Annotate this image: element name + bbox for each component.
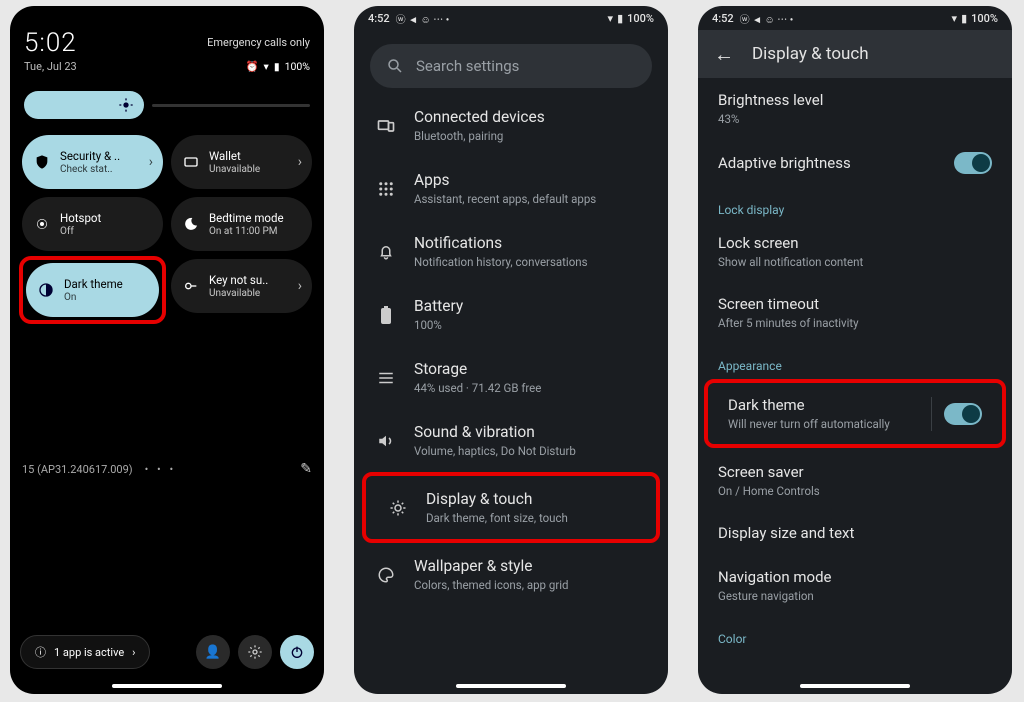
contrast-icon xyxy=(38,282,54,298)
display-settings-panel: 4:52 ⓦ ◄ ☺ ⋯ • ▾ ▮ 100% ← Display & touc… xyxy=(698,6,1012,694)
power-button[interactable] xyxy=(280,635,314,669)
page-header: ← Display & touch xyxy=(698,30,1012,78)
battery-percent: 100% xyxy=(971,12,998,25)
settings-icon[interactable] xyxy=(238,635,272,669)
wallet-icon xyxy=(183,154,199,170)
nav-pill[interactable] xyxy=(112,684,222,688)
user-icon[interactable]: 👤 xyxy=(196,635,230,669)
build-label: 15 (AP31.240617.009) xyxy=(22,463,133,476)
display-icon xyxy=(388,499,408,517)
key-icon xyxy=(183,278,199,294)
qs-tile-wallet[interactable]: WalletUnavailable › xyxy=(171,135,312,189)
status-bar: 4:52 ⓦ ◄ ☺ ⋯ • ▾ ▮ 100% xyxy=(354,6,668,30)
settings-row-apps[interactable]: AppsAssistant, recent apps, default apps xyxy=(354,157,668,220)
status-time: 4:52 xyxy=(712,12,734,25)
dark-theme-toggle[interactable] xyxy=(944,403,982,425)
wifi-icon: ▾ xyxy=(952,12,958,25)
active-apps-chip[interactable]: ⓘ 1 app is active › xyxy=(20,635,150,669)
row-screen-timeout[interactable]: Screen timeoutAfter 5 minutes of inactiv… xyxy=(698,282,1012,343)
edit-icon[interactable]: ✎ xyxy=(300,461,312,477)
page-dots: • • • xyxy=(145,463,177,476)
back-icon[interactable]: ← xyxy=(714,42,734,67)
alarm-icon: ⏰ xyxy=(245,60,258,73)
status-left-icons: ⓦ ◄ ☺ ⋯ • xyxy=(740,11,794,26)
palette-icon xyxy=(376,566,396,584)
row-lock-screen[interactable]: Lock screenShow all notification content xyxy=(698,221,1012,282)
emergency-label: Emergency calls only xyxy=(207,36,310,49)
status-bar: 4:52 ⓦ ◄ ☺ ⋯ • ▾ ▮ 100% xyxy=(698,6,1012,30)
search-settings-input[interactable]: Search settings xyxy=(370,44,652,88)
status-left-icons: ⓦ ◄ ☺ ⋯ • xyxy=(396,11,450,26)
divider xyxy=(931,397,932,431)
gear-icon xyxy=(247,644,263,660)
bell-icon xyxy=(376,243,396,261)
wifi-icon: ▾ xyxy=(264,60,269,73)
brightness-slider[interactable] xyxy=(24,91,144,119)
sound-icon xyxy=(376,432,396,450)
battery-icon: ▮ xyxy=(961,12,967,25)
settings-list-panel: 4:52 ⓦ ◄ ☺ ⋯ • ▾ ▮ 100% Search settings … xyxy=(354,6,668,694)
qs-foot-row: 15 (AP31.240617.009) • • • ✎ xyxy=(22,461,312,477)
row-brightness-level[interactable]: Brightness level43% xyxy=(698,78,1012,139)
quick-settings-panel: 5:02 Tue, Jul 23 Emergency calls only ⏰ … xyxy=(10,6,324,694)
row-navigation-mode[interactable]: Navigation modeGesture navigation xyxy=(698,555,1012,616)
brightness-icon xyxy=(118,97,134,113)
row-screen-saver[interactable]: Screen saverOn / Home Controls xyxy=(698,450,1012,511)
settings-row-wallpaper[interactable]: Wallpaper & styleColors, themed icons, a… xyxy=(354,543,668,606)
qs-tile-dark-theme[interactable]: Dark themeOn xyxy=(26,263,159,317)
power-icon xyxy=(289,644,305,660)
shield-icon xyxy=(34,154,50,170)
section-lock-display: Lock display xyxy=(698,187,1012,221)
brightness-slider-row xyxy=(10,81,324,125)
apps-icon xyxy=(376,180,396,198)
battery-icon: ▮ xyxy=(274,60,280,73)
qs-tile-hotspot[interactable]: HotspotOff xyxy=(22,197,163,251)
row-display-size[interactable]: Display size and text xyxy=(698,511,1012,555)
display-settings-list: Brightness level43% Adaptive brightness … xyxy=(698,78,1012,646)
qs-tile-bedtime[interactable]: Bedtime modeOn at 11:00 PM xyxy=(171,197,312,251)
nav-pill[interactable] xyxy=(800,684,910,688)
battery-percent: 100% xyxy=(627,12,654,25)
qs-tile-key[interactable]: Key not su..Unavailable › xyxy=(171,259,312,313)
qs-tiles-grid: Security & ..Check stat.. › WalletUnavai… xyxy=(10,125,324,331)
settings-row-notifications[interactable]: NotificationsNotification history, conve… xyxy=(354,220,668,283)
status-time: 4:52 xyxy=(368,12,390,25)
info-icon: ⓘ xyxy=(35,644,46,660)
section-appearance: Appearance xyxy=(698,343,1012,377)
settings-row-storage[interactable]: Storage44% used · 71.42 GB free xyxy=(354,346,668,409)
settings-list: Connected devicesBluetooth, pairing Apps… xyxy=(354,94,668,606)
devices-icon xyxy=(376,116,396,136)
page-title: Display & touch xyxy=(752,44,869,64)
qs-bottombar: ⓘ 1 app is active › 👤 xyxy=(20,635,314,669)
nav-pill[interactable] xyxy=(456,684,566,688)
battery-percent: 100% xyxy=(285,60,310,73)
storage-icon xyxy=(376,369,396,387)
chevron-right-icon: › xyxy=(132,646,135,659)
settings-row-connected-devices[interactable]: Connected devicesBluetooth, pairing xyxy=(354,94,668,157)
wifi-icon: ▾ xyxy=(608,12,614,25)
search-icon xyxy=(386,57,404,75)
settings-row-battery[interactable]: Battery100% xyxy=(354,283,668,346)
battery-icon xyxy=(376,305,396,325)
chevron-right-icon: › xyxy=(149,154,153,170)
status-icons: ⏰ ▾ ▮ 100% xyxy=(245,60,310,73)
settings-row-display[interactable]: Display & touchDark theme, font size, to… xyxy=(366,476,656,539)
qs-tile-dark-theme-highlight: Dark themeOn xyxy=(19,256,166,324)
hotspot-icon xyxy=(34,216,50,232)
section-color: Color xyxy=(698,616,1012,646)
settings-row-display-highlight: Display & touchDark theme, font size, to… xyxy=(362,472,660,543)
row-adaptive-brightness[interactable]: Adaptive brightness xyxy=(698,139,1012,187)
row-dark-theme[interactable]: Dark themeWill never turn off automatica… xyxy=(708,383,1002,444)
brightness-track[interactable] xyxy=(152,104,310,107)
bedtime-icon xyxy=(183,216,199,232)
row-dark-theme-highlight: Dark themeWill never turn off automatica… xyxy=(704,379,1006,448)
adaptive-brightness-toggle[interactable] xyxy=(954,152,992,174)
chevron-right-icon: › xyxy=(298,278,302,294)
battery-icon: ▮ xyxy=(617,12,623,25)
qs-tile-security[interactable]: Security & ..Check stat.. › xyxy=(22,135,163,189)
settings-row-sound[interactable]: Sound & vibrationVolume, haptics, Do Not… xyxy=(354,409,668,472)
chevron-right-icon: › xyxy=(298,154,302,170)
